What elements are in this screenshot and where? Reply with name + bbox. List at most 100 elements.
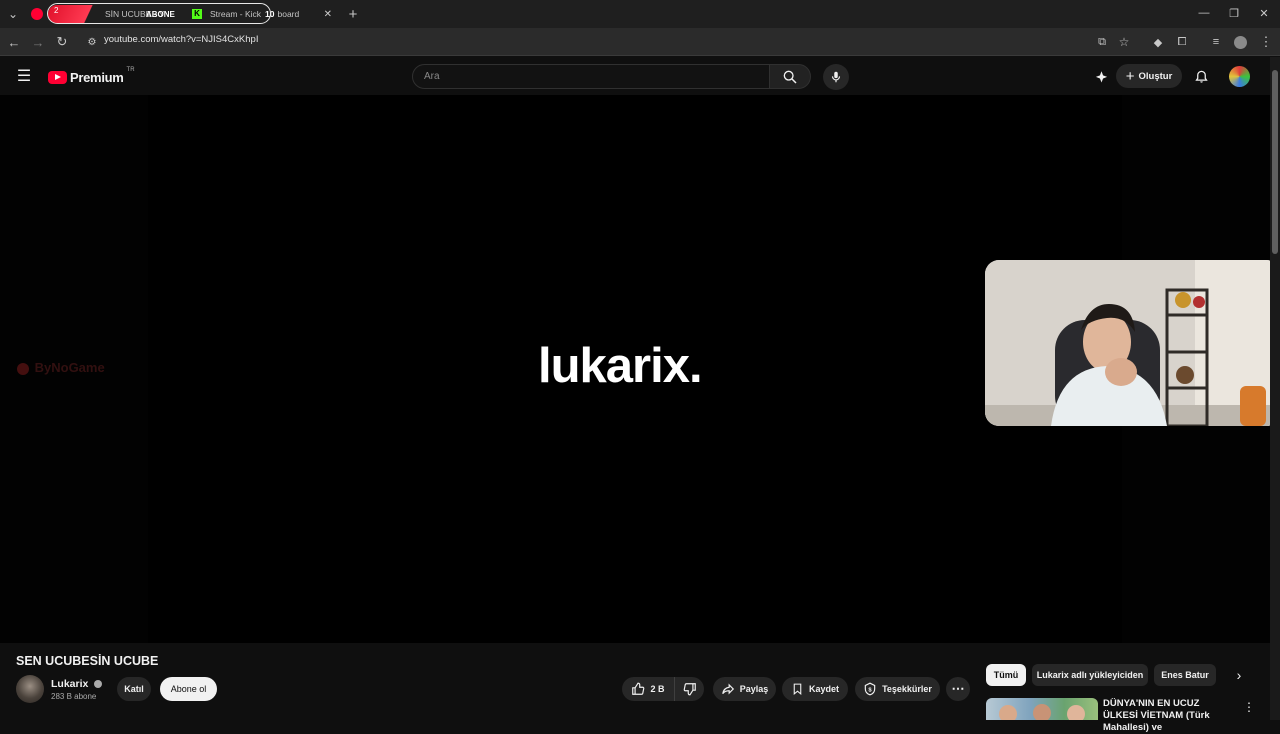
video-center-text: lukarix.: [538, 339, 703, 393]
close-window-button[interactable]: ✕: [1252, 4, 1276, 22]
site-info-button[interactable]: ⚙: [82, 33, 102, 51]
thumbs-up-icon: [632, 682, 645, 695]
create-label: Oluştur: [1138, 70, 1173, 82]
new-tab-button[interactable]: +: [344, 5, 362, 23]
chevron-right-icon: ›: [1236, 667, 1242, 683]
tab-title-tail: board: [277, 9, 300, 19]
recommendation-title[interactable]: DÜNYA'NIN EN UCUZ ÜLKESİ VİETNAM (Türk M…: [1103, 698, 1233, 734]
sparkle-icon: [1095, 70, 1107, 82]
save-button[interactable]: Kaydet: [782, 677, 848, 701]
tune-icon: ⚙: [87, 36, 97, 48]
extensions-button[interactable]: ⧠: [1172, 33, 1192, 51]
tab-overlay-ring: [47, 3, 271, 24]
arrow-right-icon: →: [31, 34, 45, 50]
reload-button[interactable]: ↻: [52, 33, 72, 51]
minimize-button[interactable]: —: [1192, 4, 1216, 22]
browser-menu-button[interactable]: ⋮: [1256, 33, 1276, 51]
share-button[interactable]: Paylaş: [713, 677, 776, 701]
super-thanks-icon: $: [864, 682, 876, 696]
youtube-favicon-icon: [31, 8, 43, 20]
tab-search-button[interactable]: ⌄: [4, 5, 22, 23]
video-title: SEN UCUBESİN UCUBE: [16, 654, 159, 668]
webcam-overlay: [985, 260, 1280, 426]
logo-text: Premium: [70, 69, 124, 85]
watermark-logo-icon: [17, 362, 29, 375]
account-avatar[interactable]: [1229, 66, 1250, 87]
restore-button[interactable]: ❐: [1222, 4, 1246, 22]
more-vertical-icon: ⋮: [1259, 34, 1273, 49]
install-app-button[interactable]: ⧉: [1092, 33, 1112, 51]
restore-icon: ❐: [1229, 7, 1239, 20]
hamburger-icon: ☰: [16, 68, 32, 85]
recommendation-thumbnail[interactable]: [986, 698, 1098, 720]
profile-button[interactable]: [1230, 33, 1250, 51]
like-button[interactable]: 2 B: [622, 677, 674, 701]
plus-icon: +: [1125, 67, 1135, 85]
puzzle-icon: ⧠: [1177, 35, 1187, 48]
recommendation-menu-button[interactable]: ⋮: [1242, 700, 1256, 714]
thanks-button[interactable]: $ Teşekkürler: [855, 677, 940, 701]
channel-name[interactable]: Lukarix: [51, 678, 103, 690]
svg-text:$: $: [868, 687, 872, 693]
chip-all[interactable]: Tümü: [986, 664, 1026, 686]
close-icon: ✕: [1259, 7, 1269, 20]
join-label: Katıl: [124, 684, 144, 694]
chevron-down-icon: ⌄: [7, 7, 19, 21]
premium-extras-button[interactable]: [1091, 67, 1111, 87]
minimize-icon: —: [1198, 7, 1210, 19]
channel-avatar[interactable]: [16, 675, 44, 703]
thumbs-down-icon: [683, 683, 696, 696]
create-button[interactable]: + Oluştur: [1116, 64, 1182, 88]
media-controls-button[interactable]: ≡: [1206, 33, 1226, 51]
scrollbar-thumb[interactable]: [1272, 70, 1278, 254]
install-icon: ⧉: [1098, 35, 1106, 48]
join-button[interactable]: Katıl: [117, 677, 151, 701]
reload-icon: ↻: [56, 34, 68, 49]
youtube-play-icon: [48, 70, 67, 84]
dislike-button[interactable]: [674, 677, 704, 701]
chip-label: Tümü: [993, 670, 1019, 680]
star-icon: ☆: [1118, 35, 1130, 49]
extension-button[interactable]: ◆: [1148, 33, 1168, 51]
url-field[interactable]: youtube.com/watch?v=NJIS4CxKhpI: [104, 34, 258, 45]
subscriber-count: 283 B abone: [51, 692, 97, 701]
plus-icon: +: [348, 5, 358, 23]
thanks-label: Teşekkürler: [882, 684, 932, 694]
chip-label: Enes Batur: [1161, 670, 1209, 680]
back-button[interactable]: ←: [4, 33, 24, 51]
like-count: 2 B: [650, 684, 665, 694]
microphone-icon: [831, 71, 841, 83]
more-horizontal-icon: ⋯: [951, 681, 965, 696]
player-watermark: ByNoGame: [17, 360, 105, 375]
share-label: Paylaş: [739, 684, 769, 694]
search-button[interactable]: [769, 64, 811, 89]
youtube-logo[interactable]: Premium TR: [48, 67, 135, 86]
share-icon: [721, 683, 734, 695]
more-actions-button[interactable]: ⋯: [946, 677, 970, 701]
profile-avatar-icon: [1233, 35, 1247, 49]
more-vertical-icon: ⋮: [1243, 700, 1255, 714]
voice-search-button[interactable]: [823, 64, 849, 90]
queue-music-icon: ≡: [1212, 36, 1220, 48]
webcam-streamer-image: [985, 260, 1280, 426]
browser-tab-bar: ⌄ 2 SİN UCUBE - Y ABONE K Stream - Kick …: [0, 0, 1280, 28]
verified-icon: [94, 680, 103, 689]
search-input[interactable]: Ara: [412, 64, 770, 89]
bookmark-button[interactable]: ☆: [1114, 33, 1134, 51]
diamond-icon: ◆: [1153, 36, 1163, 49]
forward-button[interactable]: →: [28, 33, 48, 51]
chip-enes-batur[interactable]: Enes Batur: [1154, 664, 1216, 686]
watermark-text: ByNoGame: [34, 360, 105, 375]
channel-name-text: Lukarix: [51, 678, 89, 690]
chips-next-button[interactable]: ›: [1228, 664, 1250, 686]
close-icon[interactable]: ✕: [324, 9, 332, 20]
save-label: Kaydet: [808, 684, 839, 694]
chip-uploader[interactable]: Lukarix adlı yükleyiciden: [1032, 664, 1148, 686]
menu-button[interactable]: ☰: [14, 66, 34, 86]
tab-badge: 2: [54, 6, 59, 15]
thumbnail-image: [999, 704, 1085, 720]
notifications-button[interactable]: [1190, 66, 1212, 88]
region-code: TR: [126, 67, 135, 73]
subscribe-button[interactable]: Abone ol: [160, 677, 217, 701]
chip-label: Lukarix adlı yükleyiciden: [1036, 670, 1144, 680]
